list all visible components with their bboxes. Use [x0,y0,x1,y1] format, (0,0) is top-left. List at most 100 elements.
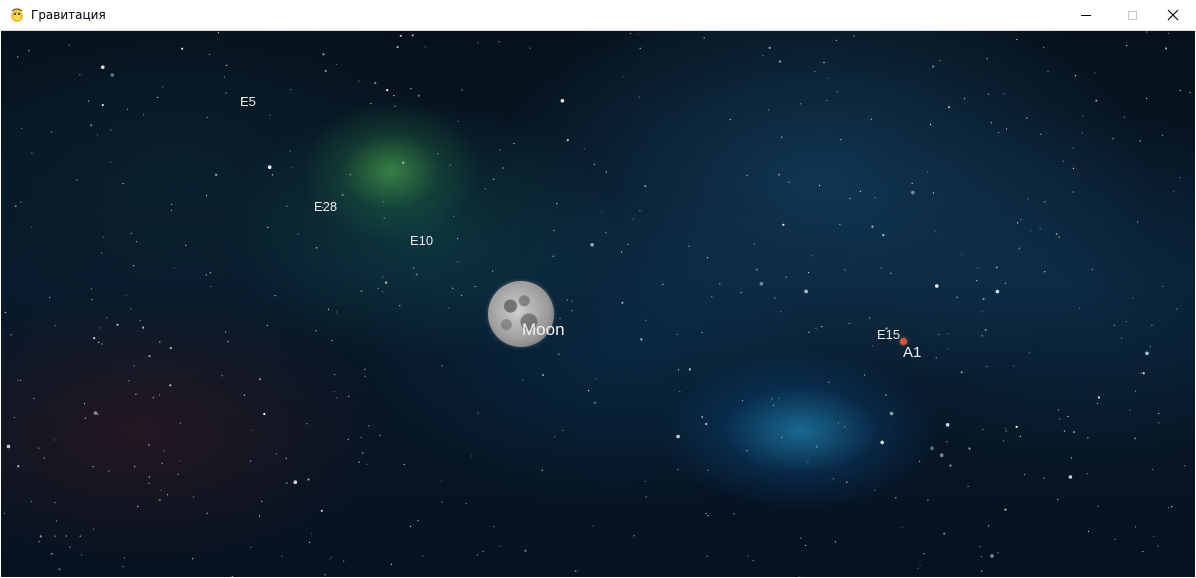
game-canvas[interactable]: E5 E28 E10 Moon E15 A1 [1,31,1195,577]
star [251,429,253,431]
star [493,526,495,528]
star [33,398,35,400]
star [410,525,412,527]
star [396,46,399,49]
star [871,345,873,347]
star [106,317,108,319]
star [1028,351,1030,353]
star [780,311,782,313]
star [341,193,344,196]
star [92,466,94,468]
star [1126,45,1128,47]
star [566,299,568,301]
window-titlebar[interactable]: Гравитация [0,0,1196,31]
star [1030,229,1032,232]
star [1047,70,1049,72]
star [210,286,212,288]
star [678,369,680,371]
star [1140,372,1142,374]
star [69,546,71,548]
star [1044,271,1046,273]
star [327,308,329,310]
star [331,556,333,559]
star [800,103,802,105]
star [919,460,921,462]
star [946,441,948,443]
star [901,527,903,529]
star [968,447,971,450]
star [864,374,866,376]
star [379,434,381,436]
star [343,560,345,562]
star [1091,268,1093,270]
star [593,163,596,166]
star [289,150,291,152]
star [224,331,227,333]
star [394,105,396,107]
star [834,541,837,543]
close-icon [1167,9,1179,21]
star [148,444,150,446]
star [800,537,802,539]
star [110,129,112,131]
star [911,190,915,195]
star [988,93,990,95]
star [457,237,459,240]
star [465,503,467,505]
star [448,307,450,309]
star [880,267,882,269]
star [1020,219,1022,221]
minimize-button[interactable] [1063,0,1109,30]
star [980,556,983,558]
star [990,122,992,124]
star [206,116,208,118]
star [644,185,647,188]
star [621,301,624,304]
star [1184,465,1186,467]
close-button[interactable] [1150,0,1196,30]
star [566,139,569,142]
star [552,255,554,257]
star [437,153,439,155]
star [1158,412,1160,415]
star [997,132,1000,134]
star [1059,418,1061,420]
star [336,311,338,313]
star [382,201,384,203]
star [774,297,776,299]
star [97,413,99,415]
maximize-button[interactable] [1109,0,1155,30]
star [840,139,842,141]
star [890,272,892,274]
star [98,341,100,344]
star [679,391,681,393]
star [364,368,366,370]
star [274,295,276,297]
star [20,201,22,203]
star [226,64,228,66]
star [55,520,58,522]
star [335,63,337,65]
star [411,34,414,37]
star [110,161,112,163]
star [930,446,934,451]
star [474,285,476,288]
star [988,525,990,527]
star [133,365,135,367]
star [826,99,828,102]
star [349,174,351,176]
star [1043,477,1045,479]
star [366,463,368,465]
star [849,197,851,200]
star [1171,506,1173,508]
star [128,380,130,382]
star [935,357,937,359]
star [982,428,984,430]
star [701,415,704,419]
star [782,223,785,226]
star [79,535,81,537]
star [208,53,210,55]
star [799,576,801,577]
star [1179,90,1181,92]
star [807,461,809,463]
